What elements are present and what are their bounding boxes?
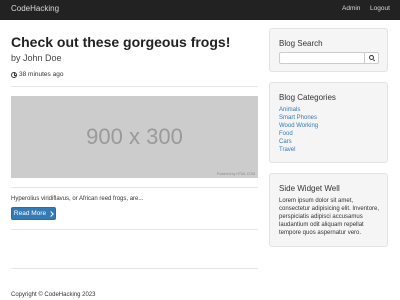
byline-prefix: by: [11, 53, 24, 63]
nav-admin-link[interactable]: Admin: [342, 5, 360, 12]
search-input[interactable]: [279, 52, 364, 64]
divider-footer: [11, 268, 258, 269]
category-list: Animals Smart Phones Wood Working Food C…: [279, 106, 318, 154]
read-more-button[interactable]: Read More: [11, 207, 56, 220]
clock-icon: [11, 71, 17, 78]
posted-time-text: 38 minutes ago: [19, 71, 64, 78]
read-more-label: Read More: [13, 210, 47, 217]
divider-bottom: [11, 229, 258, 230]
image-credit: Powered by HTML.COM: [216, 172, 255, 176]
footer-copyright: Copyright © CodeHacking 2023: [11, 292, 96, 298]
navbar: CodeHacking Admin Logout: [0, 0, 400, 20]
side-widget-text: Lorem ipsum dolor sit amet, consectetur …: [279, 198, 380, 236]
search-icon: [368, 55, 374, 60]
post-byline: by John Doe: [11, 53, 62, 63]
category-link-cars[interactable]: Cars: [279, 138, 318, 146]
category-link-wood-working[interactable]: Wood Working: [279, 122, 318, 130]
chevron-right-icon: [48, 210, 54, 217]
post-author: John Doe: [23, 53, 62, 63]
categories-widget-title: Blog Categories: [279, 93, 336, 102]
side-widget-title: Side Widget Well: [279, 184, 340, 193]
post-excerpt: Hyperolius viridiflavus, or African reed…: [11, 196, 144, 202]
divider-top: [11, 86, 258, 87]
search-widget-title: Blog Search: [279, 39, 323, 48]
category-link-smart-phones[interactable]: Smart Phones: [279, 114, 318, 122]
nav-logout-link[interactable]: Logout: [370, 5, 390, 12]
search-button[interactable]: [364, 52, 379, 64]
post-title: Check out these gorgeous frogs!: [11, 34, 231, 50]
categories-widget: Blog Categories Animals Smart Phones Woo…: [269, 82, 388, 163]
category-link-food[interactable]: Food: [279, 130, 318, 138]
side-widget: Side Widget Well Lorem ipsum dolor sit a…: [269, 173, 388, 247]
post-timestamp: 38 minutes ago: [11, 71, 63, 78]
category-link-animals[interactable]: Animals: [279, 106, 318, 114]
category-link-travel[interactable]: Travel: [279, 146, 318, 154]
brand-link[interactable]: CodeHacking: [11, 4, 59, 13]
search-widget: Blog Search: [269, 28, 388, 72]
image-placeholder-text: 900 x 300: [86, 124, 183, 149]
post-image-placeholder: 900 x 300 Powered by HTML.COM: [11, 96, 258, 178]
divider-image: [11, 187, 258, 188]
